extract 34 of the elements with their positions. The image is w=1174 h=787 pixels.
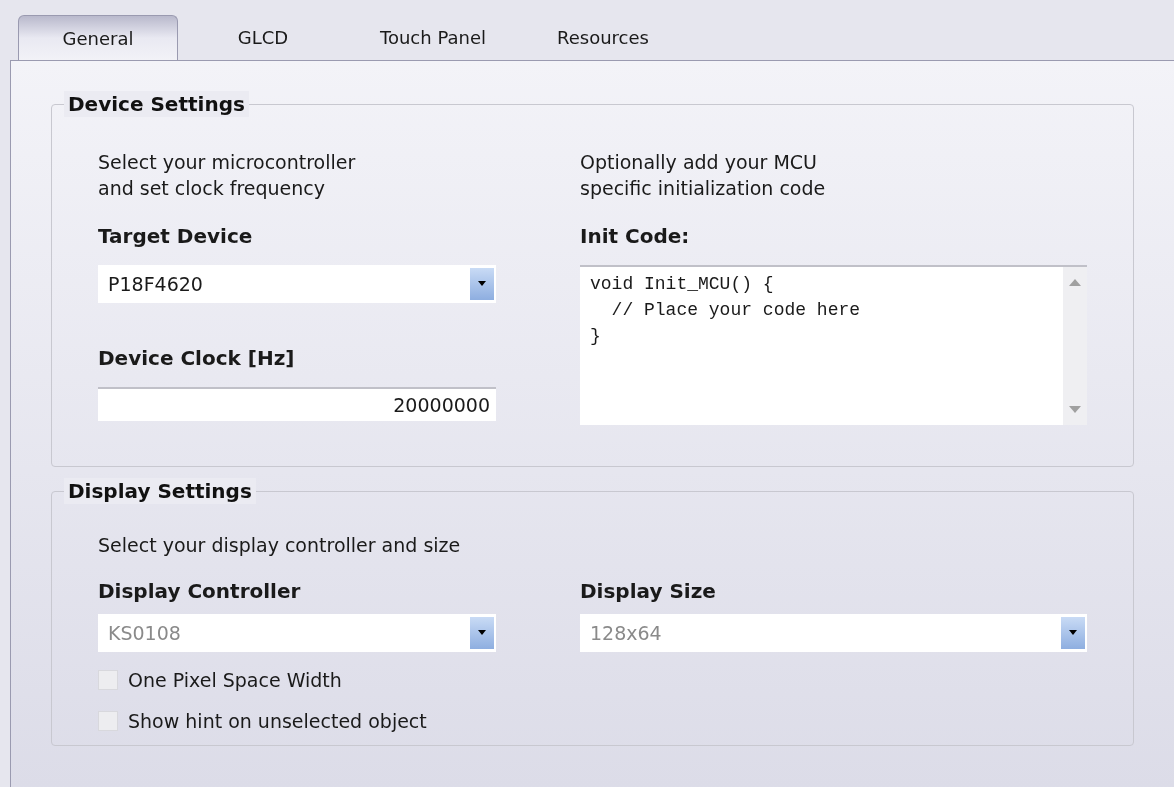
code-line: void Init_MCU() { [590, 273, 775, 296]
scroll-up-icon[interactable] [1069, 279, 1081, 286]
code-line: } [590, 325, 602, 348]
description-text: specific initialization code [580, 176, 827, 201]
field-label: Display Controller [98, 578, 302, 605]
group-title: Display Settings [64, 478, 256, 504]
tab[interactable]: Touch Panel [348, 15, 518, 60]
dropdown-value: KS0108 [108, 620, 182, 646]
caret-icon [477, 630, 487, 636]
checkbox-label: Show hint on unselected object [128, 708, 427, 734]
tab[interactable]: General [18, 15, 178, 60]
dropdown-value: 128x64 [590, 620, 663, 646]
caret-icon [477, 281, 487, 287]
clock-input-field[interactable]: 20000000 [98, 387, 496, 421]
code-editor[interactable]: void Init_MCU() { // Place your code here } [580, 265, 1087, 425]
code-line: // Place your code here [610, 299, 862, 322]
group-title: Device Settings [64, 91, 249, 117]
dropdown-arrow-button[interactable] [470, 268, 494, 300]
field-label: Device Clock [Hz] [98, 345, 296, 372]
dropdown[interactable]: P18F4620 [98, 265, 496, 303]
description-text: Select your microcontroller [98, 150, 357, 175]
field-label: Display Size [580, 578, 717, 605]
description-text: Select your display controller and size [98, 533, 462, 558]
dropdown-value: P18F4620 [108, 271, 204, 297]
description-text: and set clock frequency [98, 176, 326, 201]
tab[interactable]: GLCD [178, 15, 348, 60]
scroll-down-icon[interactable] [1069, 406, 1081, 413]
field-label: Init Code: [580, 223, 691, 250]
caret-icon [1068, 630, 1078, 636]
checkbox-label: One Pixel Space Width [128, 668, 342, 693]
description-text: Optionally add your MCU [580, 150, 819, 175]
field-label: Target Device [98, 223, 254, 250]
scrollbar[interactable] [1063, 267, 1087, 425]
tab[interactable]: Resources [518, 15, 688, 60]
